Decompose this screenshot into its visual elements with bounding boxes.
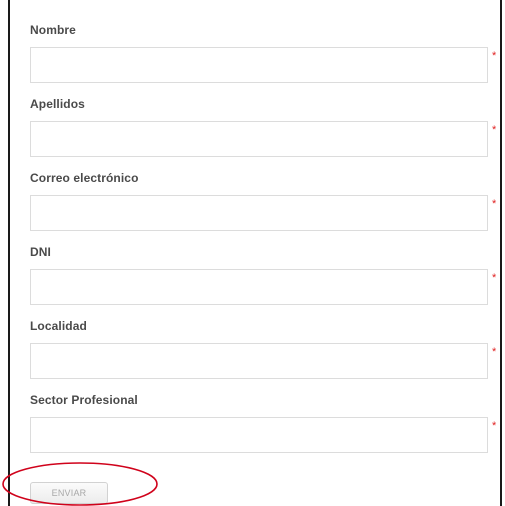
apellidos-input[interactable] bbox=[30, 121, 488, 157]
form-container: Nombre * Apellidos * Correo electrónico … bbox=[8, 0, 502, 506]
field-label-localidad: Localidad bbox=[30, 319, 87, 333]
nombre-input[interactable] bbox=[30, 47, 488, 83]
field-label-dni: DNI bbox=[30, 245, 51, 259]
field-label-apellidos: Apellidos bbox=[30, 97, 85, 111]
required-mark-sector: * bbox=[492, 420, 497, 432]
dni-input[interactable] bbox=[30, 269, 488, 305]
field-label-correo: Correo electrónico bbox=[30, 171, 139, 185]
correo-input[interactable] bbox=[30, 195, 488, 231]
required-mark-correo: * bbox=[492, 198, 497, 210]
required-mark-nombre: * bbox=[492, 50, 497, 62]
sector-profesional-input[interactable] bbox=[30, 417, 488, 453]
field-label-sector: Sector Profesional bbox=[30, 393, 138, 407]
required-mark-apellidos: * bbox=[492, 124, 497, 136]
required-mark-localidad: * bbox=[492, 346, 497, 358]
localidad-input[interactable] bbox=[30, 343, 488, 379]
field-label-nombre: Nombre bbox=[30, 23, 76, 37]
required-mark-dni: * bbox=[492, 272, 497, 284]
enviar-button[interactable]: ENVIAR bbox=[30, 482, 108, 504]
